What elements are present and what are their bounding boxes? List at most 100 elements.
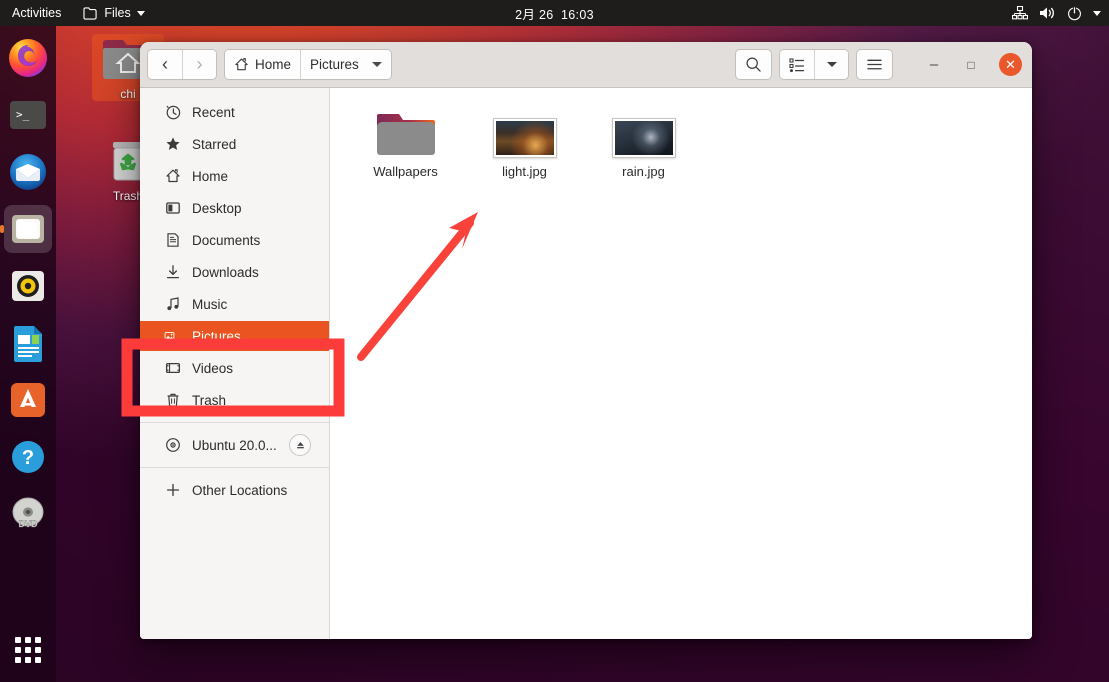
window-body: Recent Starred Home Desktop Documents Do… bbox=[140, 88, 1032, 639]
sidebar-item-label: Home bbox=[192, 168, 229, 184]
eject-icon[interactable] bbox=[289, 434, 311, 456]
sidebar-item-downloads[interactable]: Downloads bbox=[146, 257, 323, 287]
sidebar-item-pictures[interactable]: Pictures bbox=[140, 321, 329, 351]
show-applications-button[interactable] bbox=[8, 630, 48, 670]
sidebar-item-trash[interactable]: Trash bbox=[146, 385, 323, 415]
sidebar-item-documents[interactable]: Documents bbox=[146, 225, 323, 255]
chevron-down-icon[interactable] bbox=[371, 62, 382, 67]
sidebar-item-starred[interactable]: Starred bbox=[146, 129, 323, 159]
trash-icon bbox=[164, 392, 181, 409]
dock-item-files[interactable] bbox=[4, 205, 52, 253]
forward-button[interactable]: › bbox=[182, 50, 216, 79]
dock-item-terminal[interactable]: >_ bbox=[4, 91, 52, 139]
dock-item-firefox[interactable] bbox=[4, 34, 52, 82]
sidebar-item-music[interactable]: Music bbox=[146, 289, 323, 319]
video-icon bbox=[164, 360, 181, 377]
file-item-rain-jpg[interactable]: rain.jpg bbox=[586, 106, 701, 183]
nav-buttons: ‹ › bbox=[147, 49, 217, 80]
grid-dot bbox=[25, 647, 31, 653]
breadcrumb-item-home[interactable]: Home bbox=[225, 50, 301, 79]
close-button[interactable]: ✕ bbox=[999, 53, 1022, 76]
grid-dot bbox=[15, 647, 21, 653]
disc-icon bbox=[164, 437, 181, 454]
thunderbird-icon bbox=[10, 154, 46, 190]
grid-dot bbox=[35, 647, 41, 653]
file-item-wallpapers[interactable]: Wallpapers bbox=[348, 106, 463, 183]
breadcrumb-label: Home bbox=[255, 57, 292, 72]
hamburger-menu-icon bbox=[867, 59, 882, 70]
chevron-down-icon bbox=[826, 62, 837, 67]
document-icon bbox=[164, 232, 181, 249]
back-button[interactable]: ‹ bbox=[148, 50, 182, 79]
window-headerbar: ‹ › Home Pictures – □ ✕ bbox=[140, 42, 1032, 88]
sidebar-item-label: Desktop bbox=[192, 200, 242, 216]
grid-dot bbox=[15, 637, 21, 643]
sidebar-item-label: Recent bbox=[192, 104, 235, 120]
list-view-icon[interactable] bbox=[780, 50, 814, 79]
app-menu[interactable]: Files bbox=[75, 6, 152, 20]
grid-dot bbox=[35, 637, 41, 643]
list-view-glyph bbox=[789, 57, 805, 72]
image-thumbnail-rain bbox=[611, 118, 676, 158]
maximize-button[interactable]: □ bbox=[956, 50, 986, 80]
dock-item-rhythmbox[interactable] bbox=[4, 262, 52, 310]
plus-icon bbox=[164, 482, 181, 499]
svg-text:DVD: DVD bbox=[18, 519, 38, 529]
download-icon bbox=[164, 264, 181, 281]
svg-text:>_: >_ bbox=[16, 108, 30, 121]
minimize-button[interactable]: – bbox=[919, 50, 949, 80]
sidebar-item-label: Trash bbox=[192, 392, 227, 408]
sidebar-item-ubuntu-disc[interactable]: Ubuntu 20.0... bbox=[146, 430, 323, 460]
sidebar-item-label: Documents bbox=[192, 232, 261, 248]
sidebar-item-home[interactable]: Home bbox=[146, 161, 323, 191]
sidebar-item-label: Music bbox=[192, 296, 228, 312]
home-icon bbox=[235, 58, 248, 71]
sidebar-separator bbox=[140, 467, 329, 468]
rhythmbox-icon bbox=[12, 271, 44, 301]
folder-icon bbox=[376, 114, 435, 155]
ubuntu-software-icon bbox=[11, 383, 45, 417]
sidebar-item-label: Ubuntu 20.0... bbox=[192, 437, 277, 453]
dock-item-ubuntu-software[interactable] bbox=[4, 376, 52, 424]
file-thumbnail bbox=[492, 112, 557, 158]
view-options-caret[interactable] bbox=[814, 50, 848, 79]
firefox-icon bbox=[9, 39, 47, 77]
main-menu-button[interactable] bbox=[856, 49, 893, 80]
file-thumbnail bbox=[611, 112, 676, 158]
search-icon bbox=[746, 57, 761, 72]
file-thumbnail bbox=[375, 112, 437, 158]
desktop-icon bbox=[164, 200, 181, 217]
sidebar-separator bbox=[140, 422, 329, 423]
file-list-view[interactable]: Wallpapers light.jpg rain.jpg bbox=[330, 88, 1032, 639]
sidebar-item-videos[interactable]: Videos bbox=[146, 353, 323, 383]
power-icon bbox=[1068, 6, 1081, 20]
top-bar: Activities Files 2月 26 16:03 bbox=[0, 0, 1109, 26]
activities-button[interactable]: Activities bbox=[0, 6, 75, 20]
pictures-icon bbox=[158, 328, 175, 345]
dock-item-libreoffice-writer[interactable] bbox=[4, 319, 52, 367]
file-name-label: rain.jpg bbox=[622, 164, 665, 179]
clock[interactable]: 2月 26 16:03 bbox=[515, 4, 594, 23]
sidebar-item-label: Starred bbox=[192, 136, 237, 152]
dock-item-thunderbird[interactable] bbox=[4, 148, 52, 196]
sidebar: Recent Starred Home Desktop Documents Do… bbox=[140, 88, 330, 639]
dock: >_ ? DVD bbox=[0, 26, 56, 682]
sidebar-item-other-locations[interactable]: Other Locations bbox=[146, 475, 323, 505]
grid-dot bbox=[25, 637, 31, 643]
breadcrumb-item-pictures[interactable]: Pictures bbox=[300, 50, 391, 79]
files-window: ‹ › Home Pictures – □ ✕ Recent Starred H… bbox=[140, 42, 1032, 639]
home-icon bbox=[164, 168, 181, 185]
chevron-down-icon[interactable] bbox=[1093, 10, 1101, 16]
image-thumbnail-light bbox=[492, 118, 557, 158]
file-item-light-jpg[interactable]: light.jpg bbox=[467, 106, 582, 183]
status-indicators[interactable] bbox=[1012, 6, 1101, 21]
dock-item-help[interactable]: ? bbox=[4, 433, 52, 481]
dock-item-dvd[interactable]: DVD bbox=[4, 490, 52, 538]
dvd-icon: DVD bbox=[12, 497, 44, 529]
sidebar-item-recent[interactable]: Recent bbox=[146, 97, 323, 127]
terminal-icon: >_ bbox=[10, 101, 46, 129]
search-button[interactable] bbox=[735, 49, 772, 80]
sidebar-item-desktop[interactable]: Desktop bbox=[146, 193, 323, 223]
clock-icon bbox=[164, 104, 181, 121]
svg-text:?: ? bbox=[22, 447, 34, 469]
